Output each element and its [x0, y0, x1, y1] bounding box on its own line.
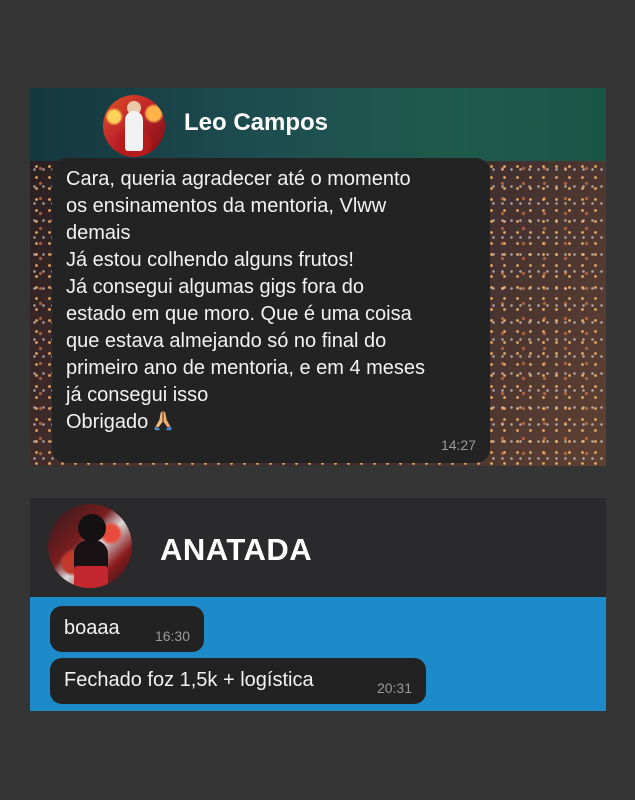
chat-card-anatada: ANATADA boaaa 16:30 Fechado foz 1,5k + l… [30, 498, 606, 711]
message-text: Fechado foz 1,5k + logística [64, 669, 314, 691]
contact-avatar[interactable] [103, 95, 165, 157]
message-line: já consegui isso [66, 384, 209, 406]
message-line-text: Obrigado [66, 411, 149, 433]
message-line-last: Obrigado [66, 409, 476, 436]
message-time: 14:27 [440, 437, 476, 453]
chat-header[interactable]: ANATADA [30, 498, 606, 597]
message-line: que estava almejando só no final do [66, 330, 387, 352]
message-line: Já estou colhendo alguns frutos! [66, 249, 354, 271]
message-line: os ensinamentos da mentoria, Vlww [66, 195, 387, 217]
message-line: demais [66, 222, 131, 244]
message-line: Cara, queria agradecer até o momento [66, 168, 411, 190]
contact-name[interactable]: Leo Campos [184, 109, 328, 137]
message-time: 20:31 [376, 680, 412, 696]
chat-header[interactable]: Leo Campos [30, 88, 606, 161]
avatar-body-shape [125, 111, 143, 151]
message-line: Já consegui algumas gigs fora do [66, 276, 364, 298]
message-line: estado em que moro. Que é uma coisa [66, 303, 412, 325]
message-time: 16:30 [154, 628, 190, 644]
avatar-clothing-shape [74, 566, 108, 588]
contact-name[interactable]: ANATADA [160, 532, 312, 568]
message-bubble[interactable]: boaaa 16:30 [50, 606, 204, 652]
praying-hands-icon [155, 410, 172, 431]
message-bubble[interactable]: Cara, queria agradecer até o momento os … [52, 158, 490, 463]
contact-avatar[interactable] [48, 504, 132, 588]
chat-card-leo-campos: Leo Campos Cara, queria agradecer até o … [30, 88, 606, 466]
message-text: boaaa [64, 617, 120, 639]
message-bubble[interactable]: Fechado foz 1,5k + logística 20:31 [50, 658, 426, 704]
avatar-head-shape [78, 514, 106, 542]
message-line: primeiro ano de mentoria, e em 4 meses [66, 357, 426, 379]
